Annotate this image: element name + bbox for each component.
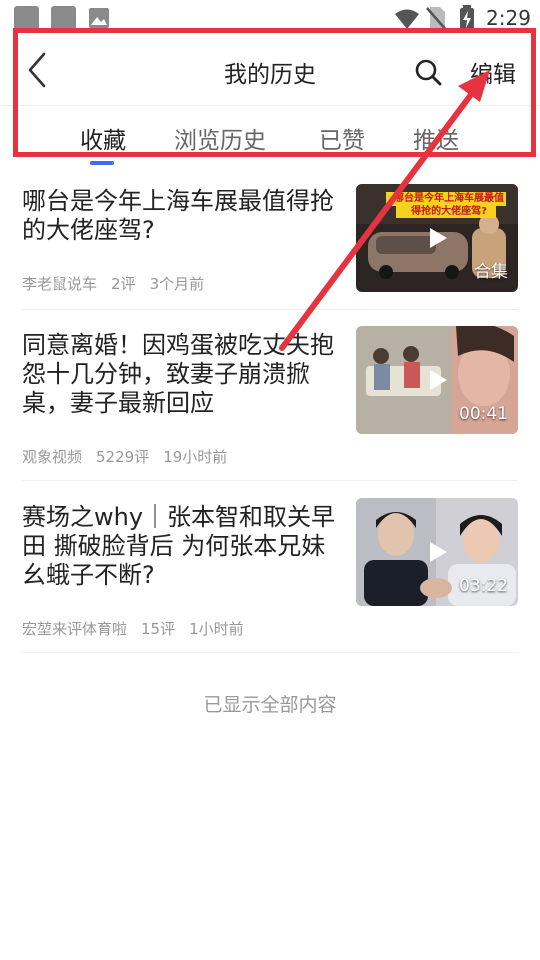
item-comments: 5229评	[96, 448, 150, 466]
item-source: 李老鼠说车	[22, 275, 98, 293]
play-icon	[430, 542, 447, 562]
play-icon	[430, 370, 447, 390]
item-time: 3个月前	[149, 275, 205, 293]
video-thumbnail[interactable]: 03:22	[356, 498, 518, 606]
end-of-list-note: 已显示全部内容	[203, 694, 337, 716]
item-title: 赛场之why｜张本智和取关早田 撕破脸背后 为何张本兄妹幺蛾子不断?	[22, 503, 336, 589]
active-tab-indicator	[90, 161, 114, 165]
item-source: 宏堃来评体育啦	[22, 620, 128, 638]
annotation-highlight-box	[13, 28, 536, 157]
video-thumbnail[interactable]: 00:41	[356, 326, 518, 434]
item-comments: 15评	[141, 620, 176, 638]
item-source: 观象视频	[22, 448, 83, 466]
divider	[22, 309, 518, 310]
status-time: 2:29	[486, 6, 531, 30]
list-item[interactable]: 哪台是今年上海车展最值得抢的大佬座驾? 李老鼠说车 2评 3个月前 哪台是今年上海车…	[22, 184, 518, 310]
item-meta: 观象视频 5229评 19小时前	[22, 446, 241, 467]
image-icon	[89, 8, 109, 28]
divider	[22, 652, 518, 653]
item-comments: 2评	[111, 275, 136, 293]
video-duration: 03:22	[459, 576, 508, 596]
video-thumbnail[interactable]: 哪台是今年上海车展最值得抢的大佬座驾? 合集	[356, 184, 518, 292]
video-duration: 00:41	[459, 404, 508, 424]
wifi-icon	[395, 9, 419, 29]
item-title: 同意离婚！因鸡蛋被吃丈夫抱怨十几分钟，致妻子崩溃掀桌，妻子最新回应	[22, 331, 334, 417]
divider	[22, 480, 518, 481]
thumbnail-caption: 哪台是今年上海车展最值得抢的大佬座驾?	[394, 193, 504, 217]
item-time: 1小时前	[189, 620, 244, 638]
item-title: 哪台是今年上海车展最值得抢的大佬座驾?	[22, 187, 334, 244]
list-item[interactable]: 同意离婚！因鸡蛋被吃丈夫抱怨十几分钟，致妻子崩溃掀桌，妻子最新回应 观象视频 52…	[22, 326, 518, 480]
list-item[interactable]: 赛场之why｜张本智和取关早田 撕破脸背后 为何张本兄妹幺蛾子不断? 宏堃来评体…	[22, 498, 518, 652]
collection-badge: 合集	[474, 262, 508, 282]
play-icon	[430, 228, 447, 248]
item-meta: 李老鼠说车 2评 3个月前	[22, 273, 218, 294]
item-meta: 宏堃来评体育啦 15评 1小时前	[22, 618, 258, 639]
item-time: 19小时前	[163, 448, 228, 466]
